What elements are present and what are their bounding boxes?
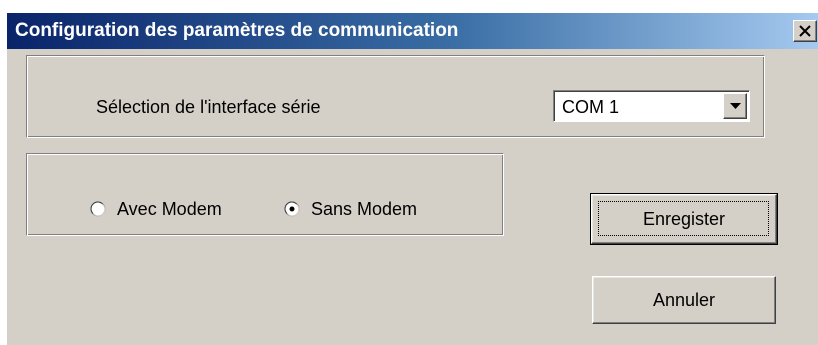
cancel-button-label: Annuler [652, 290, 716, 310]
serial-port-dropdown-button[interactable] [723, 93, 747, 119]
close-button[interactable] [793, 20, 817, 42]
save-button-label: Enregister [642, 209, 726, 229]
radio-checked-icon [284, 201, 300, 217]
radio-unchecked-icon [90, 201, 106, 217]
close-icon [799, 25, 811, 37]
serial-port-value: COM 1 [562, 97, 620, 117]
radio-sans-modem-label: Sans Modem [311, 199, 418, 219]
title-bar[interactable]: Configuration des paramètres de communic… [7, 13, 818, 49]
window-title: Configuration des paramètres de communic… [15, 20, 459, 41]
chevron-down-icon [730, 103, 741, 109]
serial-interface-label: Sélection de l'interface série [96, 97, 321, 117]
cancel-button[interactable]: Annuler [592, 276, 776, 324]
serial-port-select[interactable]: COM 1 [553, 90, 750, 122]
modem-option-group [26, 153, 504, 236]
radio-avec-modem-label: Avec Modem [117, 199, 222, 219]
save-button[interactable]: Enregister [590, 193, 778, 245]
